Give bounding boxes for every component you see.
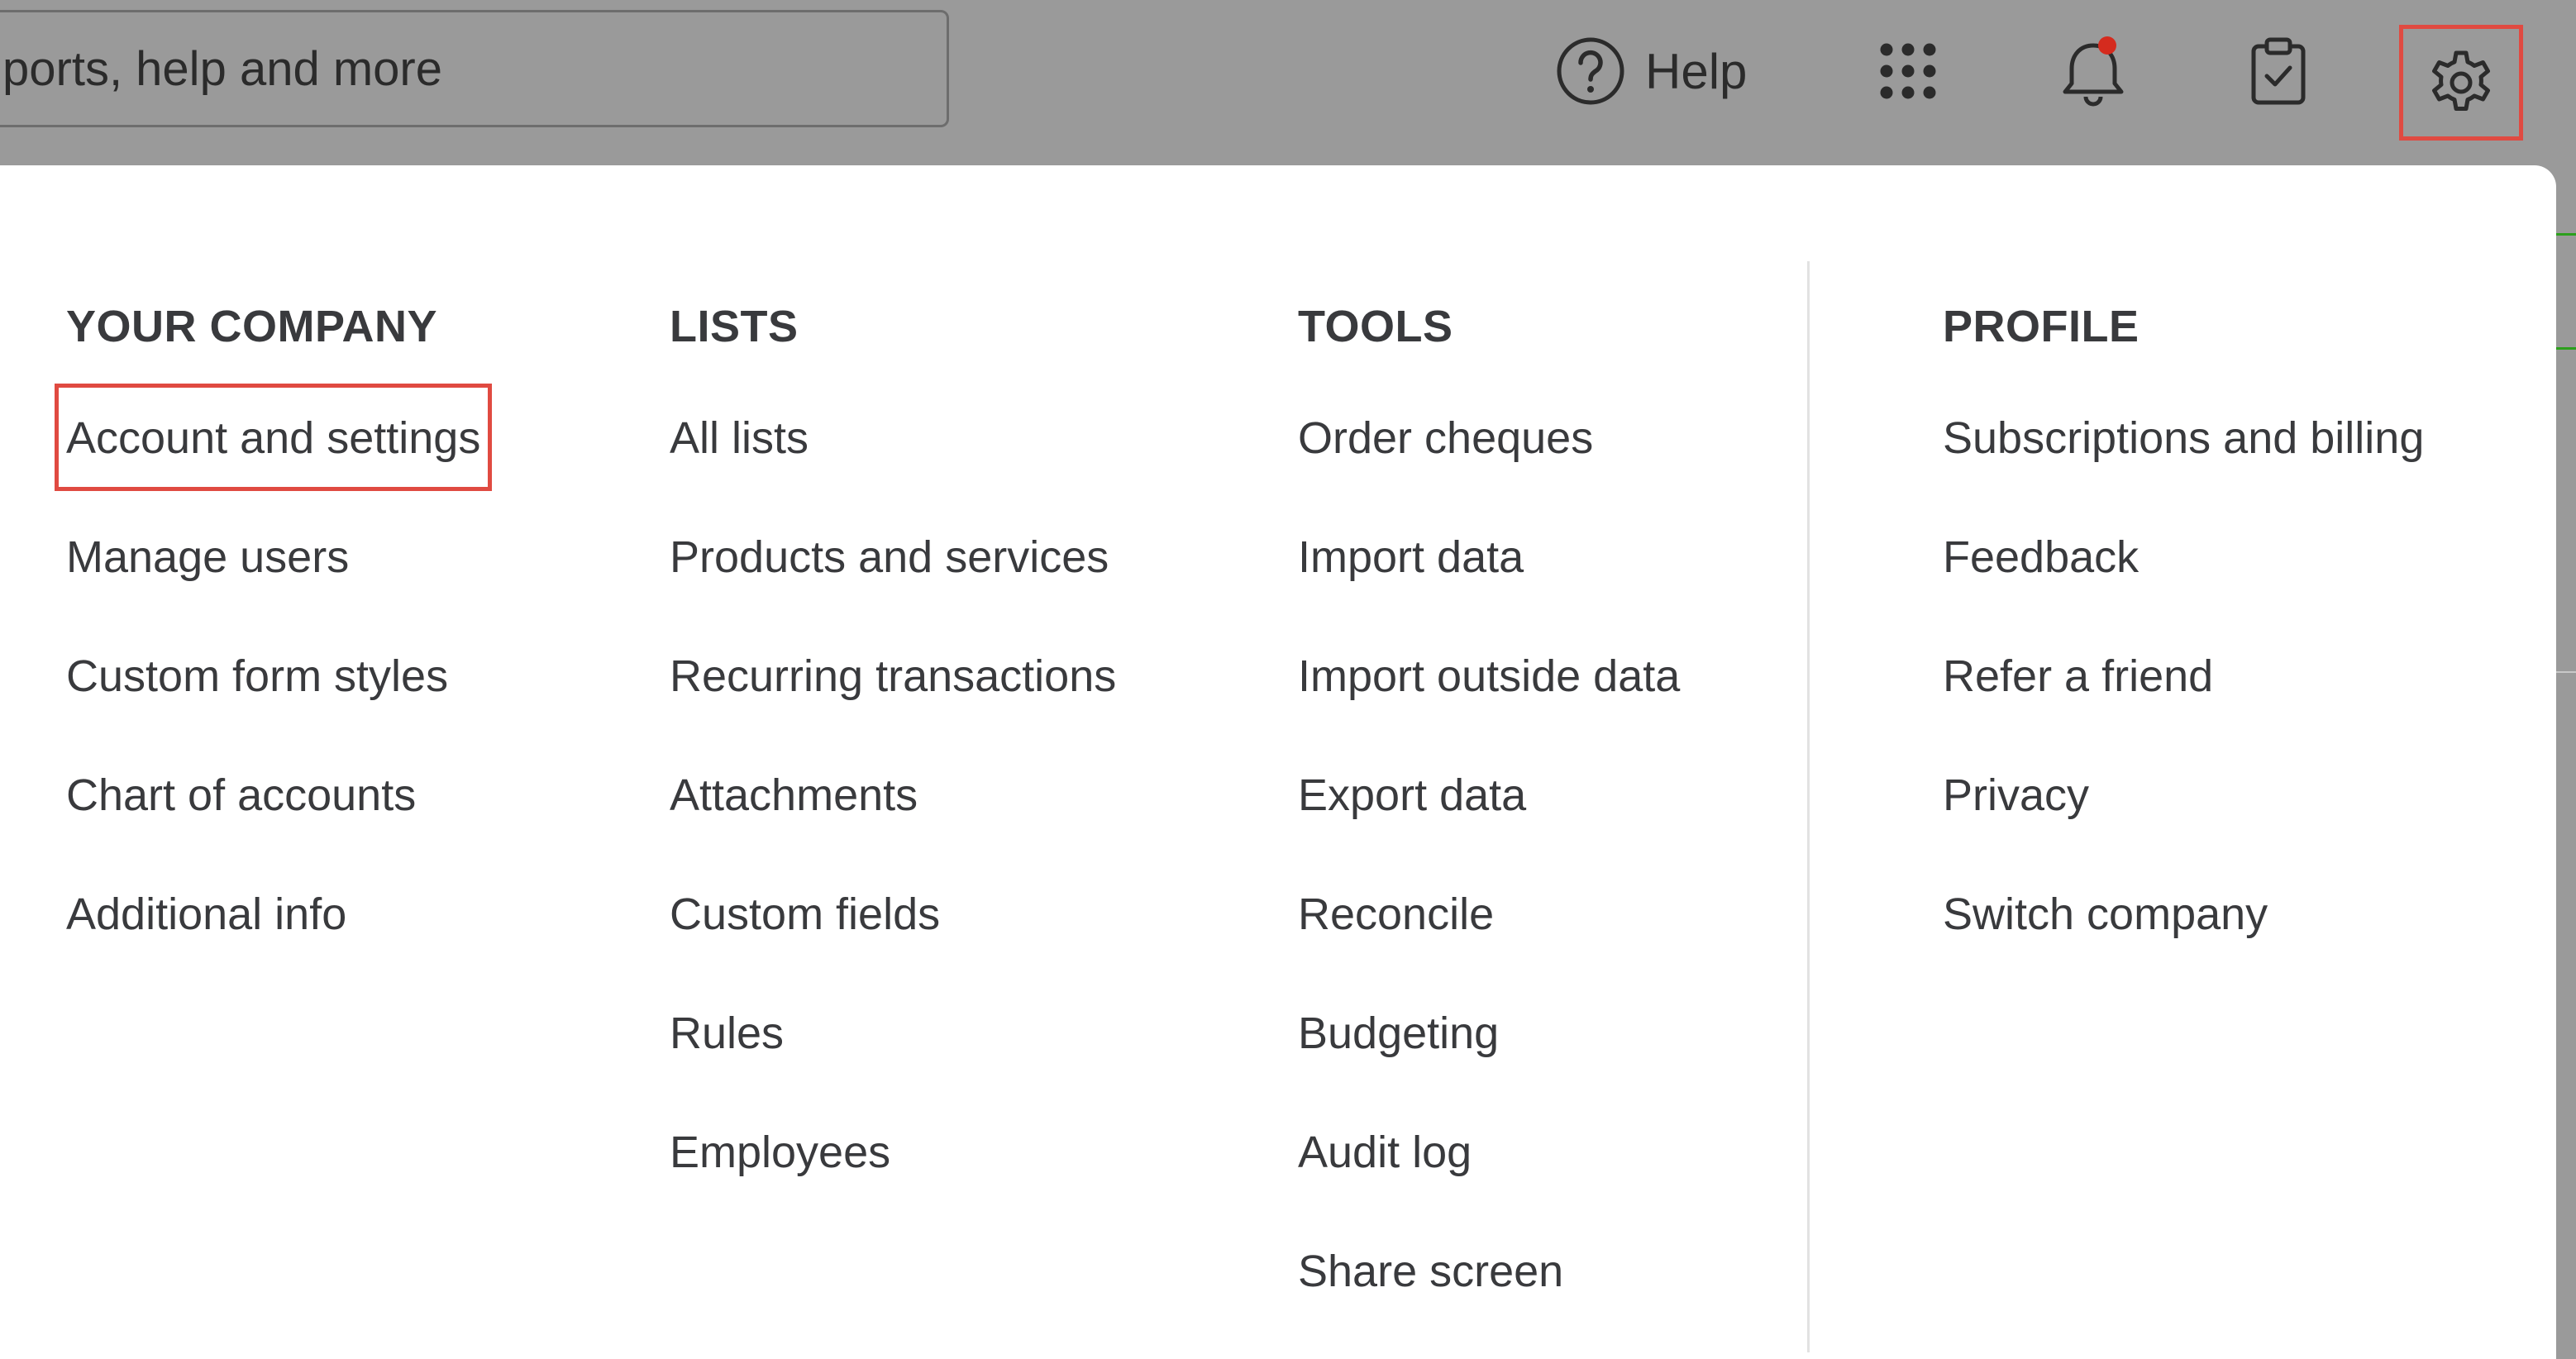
menu-item-custom-form-styles[interactable]: Custom form styles: [66, 646, 480, 765]
menu-item-recurring-transactions[interactable]: Recurring transactions: [670, 646, 1116, 765]
menu-item-attachments[interactable]: Attachments: [670, 765, 1116, 885]
menu-item-account-and-settings[interactable]: Account and settings: [54, 384, 493, 527]
gear-icon: [2432, 50, 2490, 111]
menu-item-products-and-services[interactable]: Products and services: [670, 527, 1116, 646]
menu-item-additional-info[interactable]: Additional info: [66, 885, 480, 1004]
background-edge-divider: [2556, 671, 2576, 673]
app-window: Help: [0, 0, 2576, 1359]
menu-item-order-cheques[interactable]: Order cheques: [1298, 408, 1680, 527]
help-circle-icon: [1557, 37, 1624, 105]
background-edge-accent: [2556, 233, 2576, 236]
menu-column-your-company: YOUR COMPANY Account and settings Manage…: [54, 298, 493, 1004]
menu-item-rules[interactable]: Rules: [670, 1004, 1116, 1123]
menu-item-refer-a-friend[interactable]: Refer a friend: [1943, 646, 2424, 765]
menu-item-export-data[interactable]: Export data: [1298, 765, 1680, 885]
column-heading-tools: TOOLS: [1298, 302, 1453, 351]
menu-item-privacy[interactable]: Privacy: [1943, 765, 2424, 885]
column-heading-profile: PROFILE: [1943, 302, 2140, 351]
menu-item-custom-fields[interactable]: Custom fields: [670, 885, 1116, 1004]
menu-item-share-screen[interactable]: Share screen: [1298, 1242, 1680, 1359]
menu-item-import-outside-data[interactable]: Import outside data: [1298, 646, 1680, 765]
menu-item-switch-company[interactable]: Switch company: [1943, 885, 2424, 1004]
notifications-button[interactable]: [2054, 31, 2133, 111]
column-heading-your-company: YOUR COMPANY: [66, 302, 438, 351]
search-box[interactable]: [0, 10, 949, 127]
menu-item-all-lists[interactable]: All lists: [670, 408, 1116, 527]
menu-column-profile: PROFILE Subscriptions and billing Feedba…: [1943, 298, 2424, 1004]
search-input[interactable]: [2, 41, 947, 97]
apps-button[interactable]: [1868, 31, 1948, 111]
menu-item-manage-users[interactable]: Manage users: [66, 527, 480, 646]
menu-item-chart-of-accounts[interactable]: Chart of accounts: [66, 765, 480, 885]
help-button[interactable]: Help: [1554, 31, 1747, 111]
column-divider: [1807, 261, 1810, 1352]
menu-column-tools: TOOLS Order cheques Import data Import o…: [1298, 298, 1680, 1359]
grid-dots-icon: [1880, 43, 1936, 99]
menu-item-employees[interactable]: Employees: [670, 1123, 1116, 1242]
menu-item-audit-log[interactable]: Audit log: [1298, 1123, 1680, 1242]
menu-item-feedback[interactable]: Feedback: [1943, 527, 2424, 646]
settings-button[interactable]: [2399, 25, 2523, 141]
column-heading-lists: LISTS: [670, 302, 799, 351]
settings-dropdown: YOUR COMPANY Account and settings Manage…: [0, 165, 2556, 1359]
bell-icon: [2063, 36, 2124, 107]
tasks-button[interactable]: [2239, 31, 2318, 111]
menu-item-subscriptions-and-billing[interactable]: Subscriptions and billing: [1943, 408, 2424, 527]
menu-item-reconcile[interactable]: Reconcile: [1298, 885, 1680, 1004]
menu-item-budgeting[interactable]: Budgeting: [1298, 1004, 1680, 1123]
background-edge-accent: [2556, 347, 2576, 350]
menu-item-import-data[interactable]: Import data: [1298, 527, 1680, 646]
clipboard-check-icon: [2251, 37, 2306, 105]
help-label: Help: [1645, 43, 1748, 99]
menu-column-lists: LISTS All lists Products and services Re…: [670, 298, 1116, 1242]
top-bar: Help: [0, 0, 2576, 165]
